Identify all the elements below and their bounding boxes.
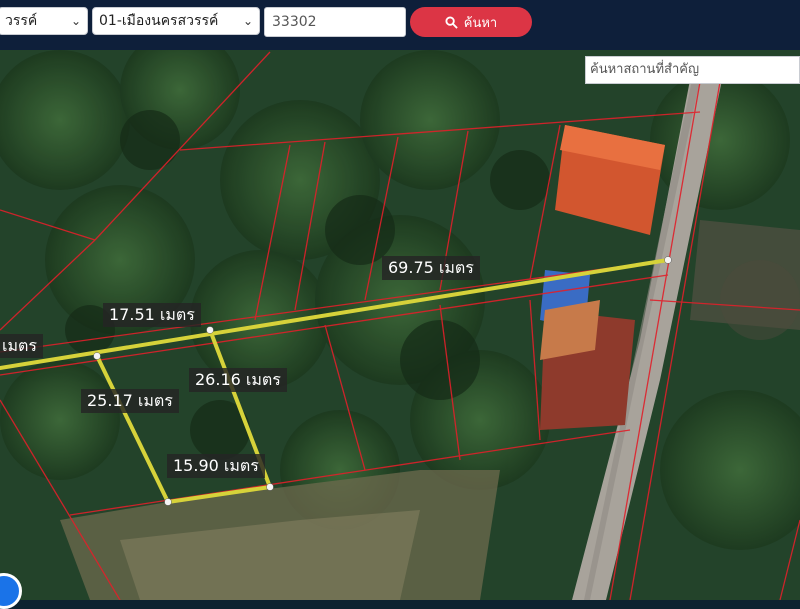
measure-label-15-90: 15.90 เมตร bbox=[167, 454, 265, 478]
district-select-value: 01-เมืองนครสวรรค์ bbox=[99, 13, 219, 29]
top-toolbar: วรรค์ ⌄ 01-เมืองนครสวรรค์ ⌄ 33302 ค้นหา bbox=[0, 0, 800, 50]
search-button[interactable]: ค้นหา bbox=[410, 7, 532, 37]
chevron-down-icon: ⌄ bbox=[242, 14, 253, 28]
chevron-down-icon: ⌄ bbox=[70, 14, 81, 28]
satellite-map[interactable] bbox=[0, 0, 800, 600]
place-search-placeholder: ค้นหาสถานที่สำคัญ bbox=[590, 62, 700, 77]
district-select[interactable]: 01-เมืองนครสวรรค์ ⌄ bbox=[92, 7, 260, 35]
search-icon bbox=[445, 15, 458, 29]
measure-label-25-17: 25.17 เมตร bbox=[81, 389, 179, 413]
search-button-label: ค้นหา bbox=[463, 15, 498, 31]
parcel-number-value: 33302 bbox=[272, 14, 317, 30]
measure-label-69-75: 69.75 เมตร bbox=[382, 256, 480, 280]
measure-label-partial: เมตร bbox=[0, 334, 43, 358]
province-select[interactable]: วรรค์ ⌄ bbox=[0, 7, 88, 35]
parcel-number-input[interactable]: 33302 bbox=[264, 7, 406, 37]
place-search-input[interactable]: ค้นหาสถานที่สำคัญ bbox=[585, 56, 800, 84]
measure-label-26-16: 26.16 เมตร bbox=[189, 368, 287, 392]
measure-label-17-51: 17.51 เมตร bbox=[103, 303, 201, 327]
province-select-value: วรรค์ bbox=[5, 13, 38, 29]
